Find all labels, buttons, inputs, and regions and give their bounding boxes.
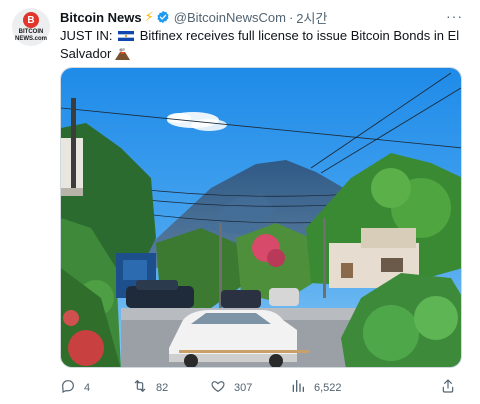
author-handle[interactable]: @BitcoinNewsCom: [174, 10, 286, 25]
author-name[interactable]: Bitcoin News: [60, 10, 142, 25]
separator: ·: [288, 9, 294, 25]
views-icon: [290, 378, 306, 397]
reply-icon: [60, 378, 76, 397]
el-salvador-flag-icon: [118, 28, 135, 41]
volcano-icon: [114, 47, 130, 60]
reply-button[interactable]: 4: [60, 378, 90, 397]
retweet-count: 82: [156, 381, 169, 394]
views-count: 6,522: [314, 381, 342, 394]
share-icon: [440, 378, 456, 397]
lightning-icon: ⚡: [144, 9, 154, 24]
like-icon: [210, 378, 226, 397]
tweet-photo[interactable]: [60, 67, 462, 368]
verified-badge-icon: [156, 10, 170, 24]
tweet-card[interactable]: B BITCOIN NEWS.com Bitcoin News ⚡ @Bitco…: [0, 0, 480, 404]
more-icon[interactable]: ···: [446, 8, 463, 24]
like-count: 307: [234, 381, 253, 394]
timestamp[interactable]: 2시간: [296, 8, 327, 27]
views-button[interactable]: 6,522: [290, 378, 342, 397]
retweet-icon: [132, 378, 148, 397]
avatar-text-line2: NEWS.com: [14, 36, 47, 42]
author-avatar[interactable]: B BITCOIN NEWS.com: [12, 8, 50, 46]
tweet-text: JUST IN: Bitfinex receives full license …: [60, 27, 460, 63]
reply-count: 4: [84, 381, 91, 394]
text-prefix: JUST IN:: [60, 28, 113, 43]
share-button[interactable]: [440, 378, 456, 397]
avatar-text-line1: BITCOIN: [18, 29, 44, 35]
action-bar: 4 82 307 6,522: [60, 378, 460, 396]
tweet-header: Bitcoin News ⚡ @BitcoinNewsCom · 2시간: [60, 8, 327, 26]
like-button[interactable]: 307: [210, 378, 252, 397]
bitcoin-logo-icon: B: [23, 12, 39, 28]
retweet-button[interactable]: 82: [132, 378, 168, 397]
